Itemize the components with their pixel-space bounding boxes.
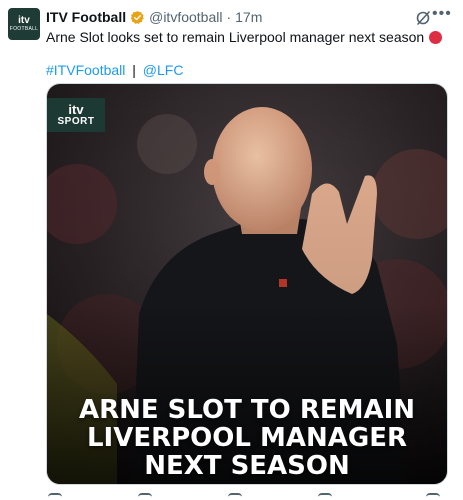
share-icon[interactable] xyxy=(426,493,440,500)
avatar-logo-text: itv xyxy=(18,14,30,26)
verified-badge-icon xyxy=(130,10,144,24)
itv-logo-text: itv xyxy=(68,101,84,117)
tweet-timestamp[interactable]: 17m xyxy=(235,9,262,25)
account-avatar[interactable]: itv FOOTBALL xyxy=(8,8,40,40)
reply-icon[interactable] xyxy=(48,493,62,500)
grok-icon[interactable] xyxy=(415,10,431,26)
account-handle[interactable]: @itvfootball xyxy=(149,9,222,25)
tweet-text: Arne Slot looks set to remain Liverpool … xyxy=(46,29,425,45)
views-icon[interactable] xyxy=(318,493,332,500)
header-separator: · xyxy=(226,9,232,25)
more-icon[interactable]: ••• xyxy=(432,5,452,23)
tweet-body: Arne Slot looks set to remain Liverpool … xyxy=(46,28,443,46)
media-headline: ARNE SLOT TO REMAIN LIVERPOOL MANAGER NE… xyxy=(47,396,447,480)
tweet-action-bar xyxy=(46,493,446,500)
links-separator: | xyxy=(132,62,136,78)
retweet-icon[interactable] xyxy=(138,493,152,500)
headline-line: LIVERPOOL MANAGER xyxy=(86,423,408,453)
red-circle-emoji-icon xyxy=(429,30,443,44)
headline-line: ARNE SLOT TO REMAIN xyxy=(78,395,416,425)
tweet-media-image[interactable]: itv SPORT ARNE SLOT TO REMAIN LIVERPOOL … xyxy=(46,83,448,485)
tweet-header: ITV Football @itvfootball · 17m xyxy=(46,9,262,25)
tweet-links: #ITVFootball | @LFC xyxy=(46,62,183,78)
itv-sport-logo: itv SPORT xyxy=(47,98,105,132)
mention-link[interactable]: @LFC xyxy=(143,62,184,78)
headline-line: NEXT SEASON xyxy=(144,451,350,481)
avatar-logo-subtext: FOOTBALL xyxy=(9,25,39,32)
like-icon[interactable] xyxy=(228,493,242,500)
sport-logo-text: SPORT xyxy=(57,115,95,127)
hashtag-link[interactable]: #ITVFootball xyxy=(46,62,125,78)
account-name[interactable]: ITV Football xyxy=(46,9,126,25)
